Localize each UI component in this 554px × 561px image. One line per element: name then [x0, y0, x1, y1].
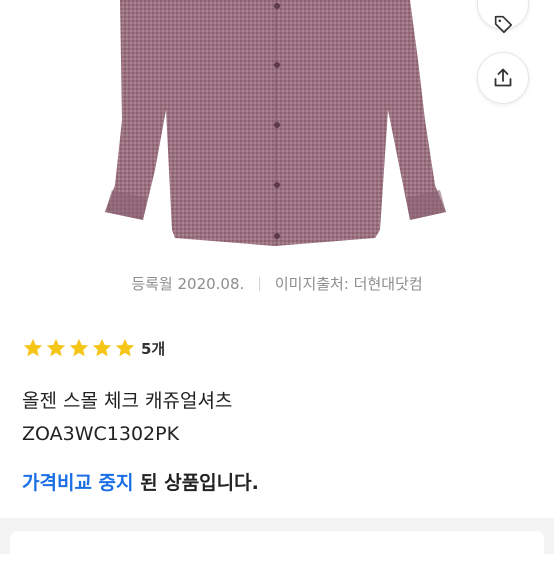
shirt-image [105, 0, 446, 246]
share-icon [494, 68, 512, 87]
image-source: 이미지출처: 더현대닷컴 [274, 275, 423, 293]
star-icon [69, 338, 89, 357]
star-icon [115, 338, 135, 357]
price-compare-status: 가격비교 중지 된 상품입니다. [22, 468, 259, 495]
rating-row[interactable]: 5개 [22, 337, 165, 359]
review-count[interactable]: 5개 [141, 338, 165, 359]
star-icon [23, 338, 43, 357]
product-image[interactable] [0, 0, 554, 262]
product-name: 올젠 스몰 체크 캐쥬얼셔츠 [22, 390, 233, 412]
star-icon [92, 338, 112, 357]
meta-divider [259, 276, 261, 291]
product-code: ZOA3WC1302PK [22, 423, 180, 445]
status-highlight: 가격비교 중지 [22, 472, 134, 494]
status-text: 된 상품입니다. [133, 472, 259, 494]
next-section-card [10, 531, 544, 561]
star-icon [46, 338, 66, 357]
product-meta: 등록월 2020.08. 이미지출처: 더현대닷컴 [0, 273, 554, 294]
share-button[interactable] [477, 52, 529, 104]
star-rating [22, 337, 136, 359]
tag-icon [494, 15, 513, 34]
registered-month: 등록월 2020.08. [131, 275, 245, 293]
